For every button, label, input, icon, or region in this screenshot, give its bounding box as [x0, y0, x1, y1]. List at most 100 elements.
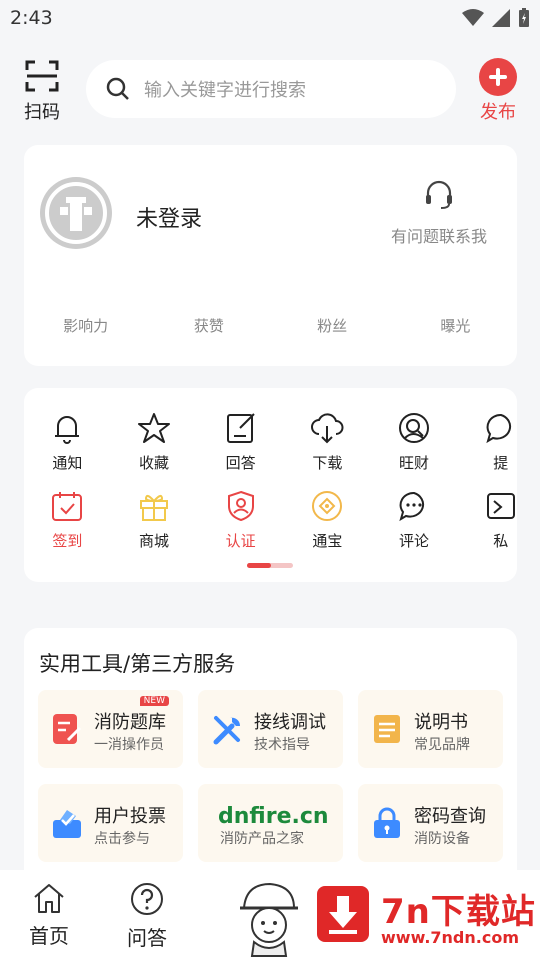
tool-subtitle: 消防设备: [414, 831, 470, 847]
status-bar: 2:43: [0, 0, 540, 36]
menu-card: 通知 收藏 回答 下载 旺财 提 签到 商城 认证 通宝 评论 私: [24, 388, 517, 582]
search-placeholder: 输入关键字进行搜索: [144, 80, 306, 101]
watermark-url: www.7ndn.com: [381, 928, 519, 947]
publish-button[interactable]: 发布: [476, 58, 520, 124]
nav-home[interactable]: 首页: [19, 882, 79, 949]
avatar[interactable]: [38, 175, 114, 251]
tool-title: 用户投票: [94, 806, 166, 827]
battery-icon: [519, 8, 529, 27]
watermark-title: 7n下载站: [381, 892, 536, 932]
comment-icon: [399, 491, 425, 522]
search-input[interactable]: 输入关键字进行搜索: [86, 60, 456, 118]
tool-title: 消防题库: [94, 712, 166, 733]
menu-item-private[interactable]: 私: [457, 488, 517, 551]
page-indicator-active: [247, 563, 271, 568]
nav-home-label: 首页: [29, 924, 69, 948]
status-time: 2:43: [10, 7, 53, 29]
tool-manual[interactable]: 说明书 常见品牌: [358, 690, 503, 768]
section-title: 实用工具/第三方服务: [39, 652, 236, 676]
stats-row: 影响力 获赞 粉丝 曝光: [24, 315, 517, 336]
contact-button[interactable]: 有问题联系我: [379, 179, 499, 247]
edit-icon: [226, 413, 255, 443]
menu-label: 下载: [312, 454, 343, 472]
menu-label: 回答: [225, 454, 256, 472]
tool-subtitle: 一消操作员: [94, 737, 164, 753]
dnfire-logo: dnfire.cn: [218, 804, 329, 829]
menu-item-verify[interactable]: 认证: [197, 488, 284, 551]
menu-item-tip[interactable]: 提: [457, 410, 517, 473]
menu-item-notify[interactable]: 通知: [24, 410, 111, 473]
menu-item-answer[interactable]: 回答: [197, 410, 284, 473]
tool-title: 接线调试: [254, 712, 326, 733]
menu-row-1: 通知 收藏 回答 下载 旺财 提: [24, 410, 517, 473]
top-bar: 扫码 输入关键字进行搜索 发布: [0, 52, 540, 132]
tool-subtitle: 点击参与: [94, 831, 150, 847]
tool-subtitle: 常见品牌: [414, 737, 470, 753]
star-icon: [138, 413, 170, 443]
menu-label: 商城: [139, 532, 170, 550]
stat-exposure[interactable]: 曝光: [394, 315, 517, 336]
menu-item-tongbao[interactable]: 通宝: [284, 488, 371, 551]
wifi-icon: [462, 9, 484, 26]
calendar-check-icon: [52, 492, 83, 521]
login-status[interactable]: 未登录: [136, 201, 202, 233]
tool-title: 说明书: [414, 712, 468, 733]
scan-button[interactable]: 扫码: [22, 60, 62, 124]
user-circle-icon: [399, 413, 430, 443]
menu-label: 收藏: [139, 454, 170, 472]
menu-item-download[interactable]: 下载: [284, 410, 371, 473]
stat-influence[interactable]: 影响力: [24, 315, 147, 336]
firefighter-mascot-icon[interactable]: [236, 878, 302, 958]
bell-icon: [55, 416, 80, 444]
download-logo-icon: [317, 886, 369, 942]
wrench-icon: [213, 716, 241, 745]
new-badge: NEW: [139, 696, 169, 706]
page-indicator: [247, 563, 293, 568]
menu-item-checkin[interactable]: 签到: [24, 488, 111, 551]
vote-icon: [53, 810, 81, 838]
watermark: 7n下载站 www.7ndn.com: [305, 872, 540, 960]
search-icon: [106, 77, 129, 100]
menu-label: 通知: [52, 454, 83, 472]
publish-label: 发布: [480, 102, 516, 123]
plus-icon: [479, 58, 517, 96]
tool-wiring[interactable]: 接线调试 技术指导: [198, 690, 343, 768]
nav-qa-label: 问答: [127, 926, 167, 950]
question-icon: [131, 883, 163, 915]
menu-item-favorite[interactable]: 收藏: [111, 410, 198, 473]
shield-user-icon: [227, 490, 254, 522]
tool-password[interactable]: 密码查询 消防设备: [358, 784, 503, 862]
tool-title: 密码查询: [414, 806, 486, 827]
menu-label: 认证: [225, 532, 256, 550]
tool-dnfire[interactable]: dnfire.cn 消防产品之家: [198, 784, 343, 862]
menu-label: 私: [493, 532, 509, 550]
tool-fire-quiz[interactable]: NEW 消防题库 一消操作员: [38, 690, 183, 768]
tool-vote[interactable]: 用户投票 点击参与: [38, 784, 183, 862]
chat-icon: [486, 413, 511, 444]
lock-icon: [374, 807, 400, 838]
tool-subtitle: 消防产品之家: [220, 831, 304, 847]
menu-item-wangcai[interactable]: 旺财: [371, 410, 458, 473]
nav-qa[interactable]: 问答: [117, 882, 177, 951]
manual-icon: [374, 715, 400, 743]
quiz-icon: [53, 714, 82, 744]
menu-item-comment[interactable]: 评论: [371, 488, 458, 551]
tools-card: 实用工具/第三方服务 NEW 消防题库 一消操作员 接线调试 技术指导 说明书 …: [24, 628, 517, 888]
gift-icon: [140, 495, 168, 521]
contact-label: 有问题联系我: [390, 227, 487, 246]
cloud-download-icon: [311, 413, 344, 444]
home-icon: [34, 884, 64, 913]
signal-icon: [492, 9, 510, 27]
menu-label: 旺财: [399, 454, 430, 472]
menu-label: 签到: [52, 532, 83, 550]
status-icons: [462, 8, 530, 28]
stat-likes[interactable]: 获赞: [147, 315, 270, 336]
tool-subtitle: 技术指导: [254, 737, 310, 753]
menu-item-mall[interactable]: 商城: [111, 488, 198, 551]
headset-icon: [426, 180, 452, 209]
stat-fans[interactable]: 粉丝: [271, 315, 394, 336]
menu-label: 通宝: [312, 532, 343, 550]
coin-icon: [312, 491, 343, 521]
menu-label: 评论: [399, 532, 430, 550]
profile-card: 未登录 有问题联系我 影响力 获赞 粉丝 曝光: [24, 145, 517, 366]
